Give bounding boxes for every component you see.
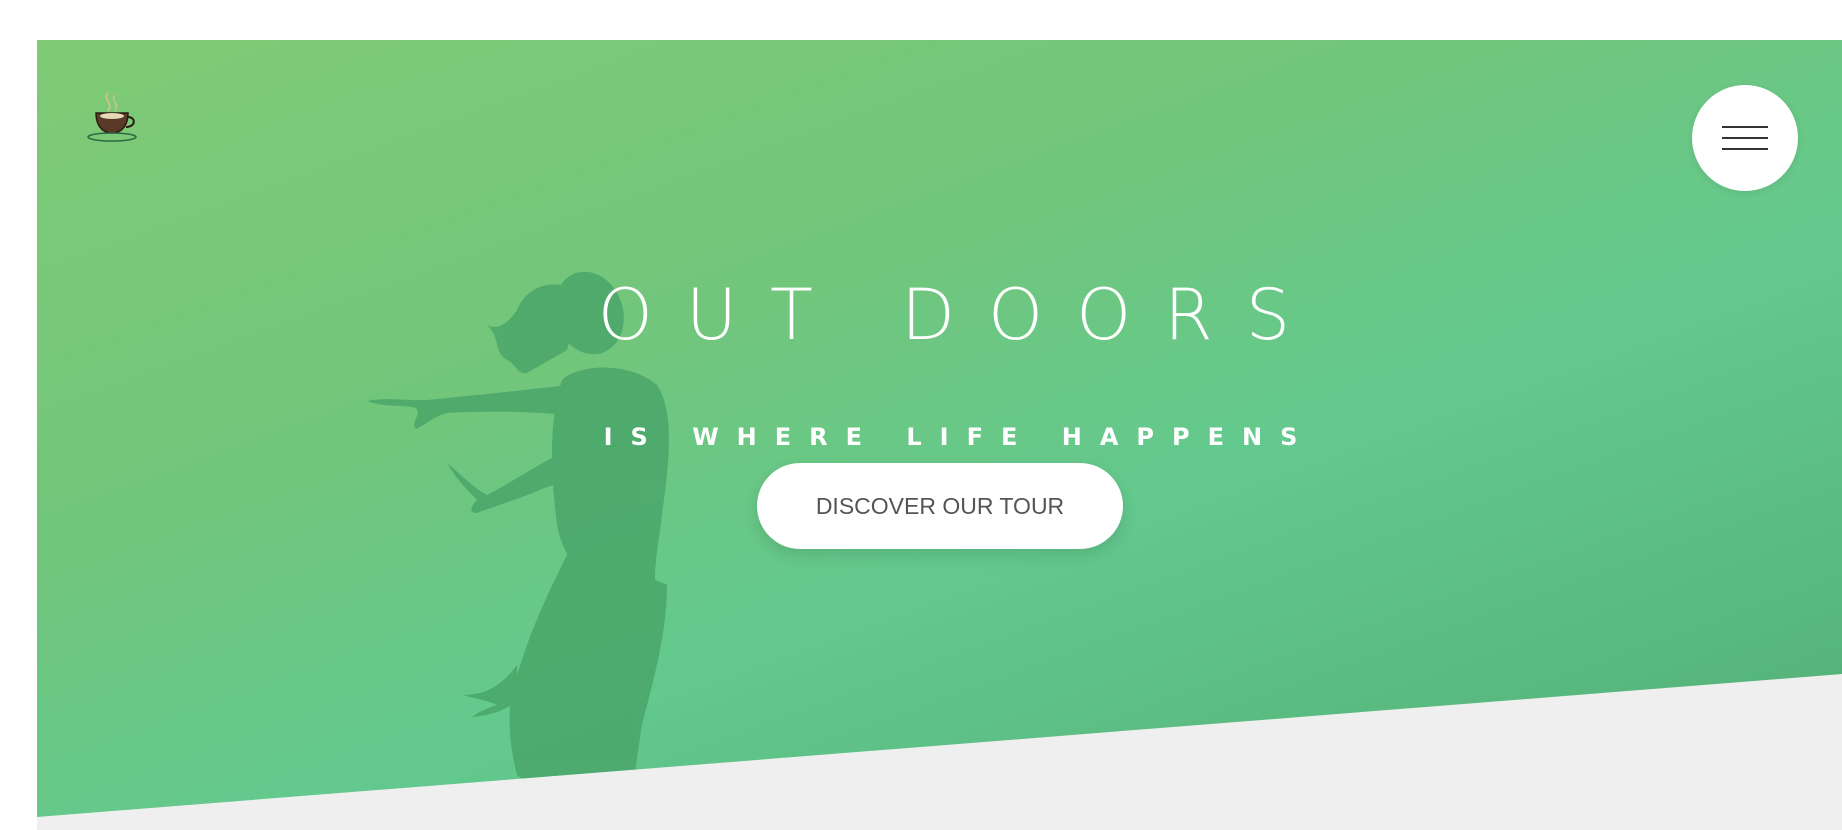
page: OUT DOORS IS WHERE LIFE HAPPENS DISCOVER… <box>0 0 1842 830</box>
hero-title: OUT DOORS <box>597 274 1324 356</box>
discover-tour-button[interactable]: DISCOVER OUR TOUR <box>757 463 1123 549</box>
hamburger-menu-button[interactable] <box>1692 85 1798 191</box>
hamburger-menu-icon-bar <box>1722 148 1768 150</box>
coffee-cup-icon[interactable] <box>82 85 142 145</box>
hero-subtitle: IS WHERE LIFE HAPPENS <box>603 423 1316 451</box>
hamburger-menu-icon-bar <box>1722 137 1768 139</box>
hamburger-menu-icon-bar <box>1722 126 1768 128</box>
